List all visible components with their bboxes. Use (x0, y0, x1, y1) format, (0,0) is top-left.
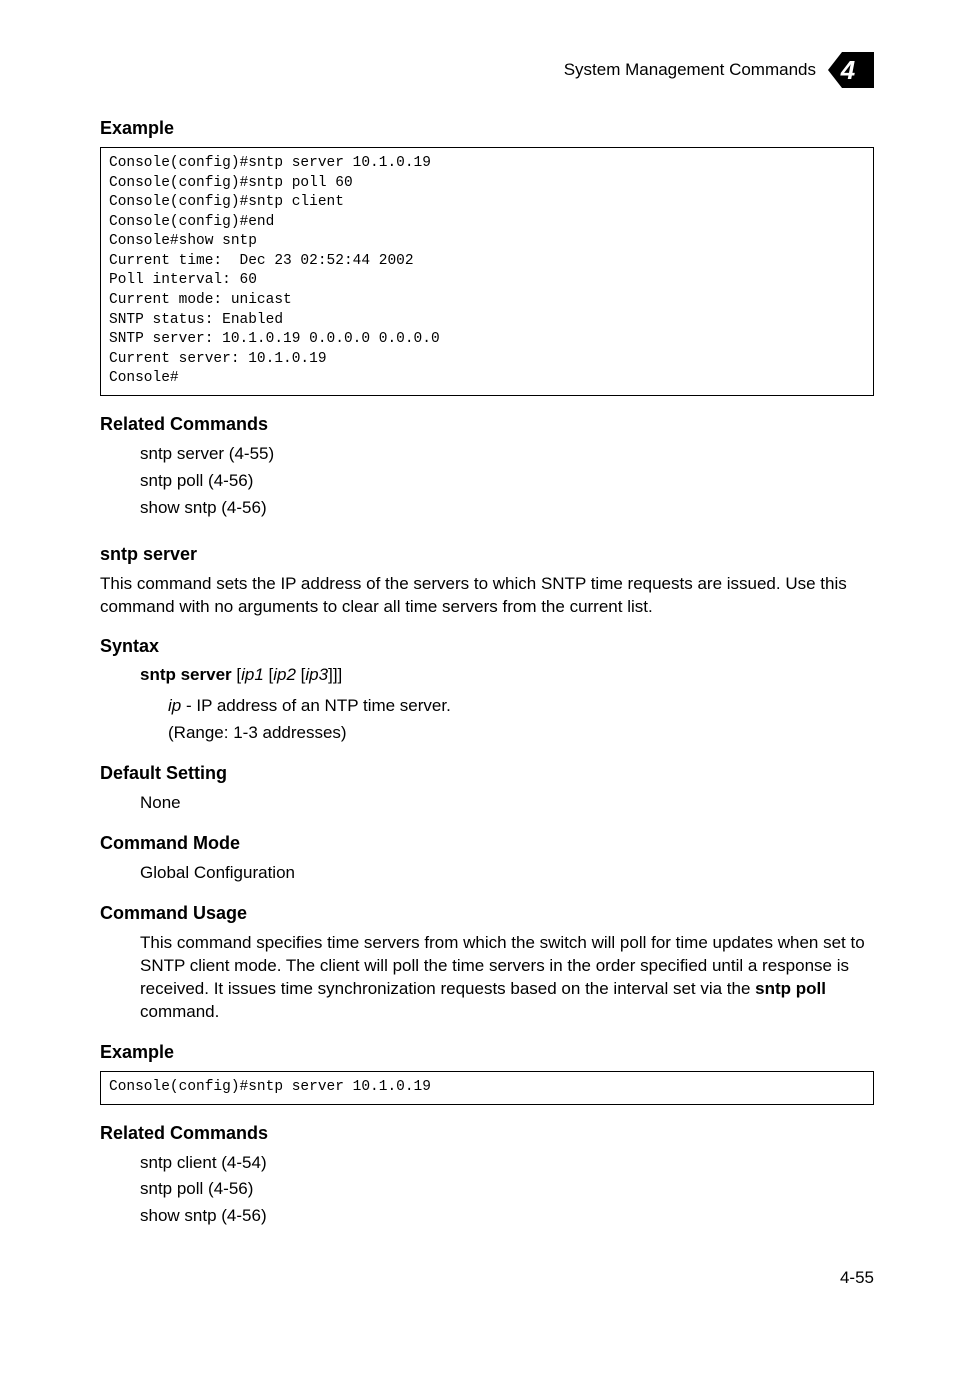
syntax-ip-rest: - IP address of an NTP time server. (181, 696, 451, 715)
related-link-1: sntp server (4-55) (140, 443, 874, 466)
heading-usage: Command Usage (100, 903, 874, 924)
default-value: None (140, 792, 874, 815)
chapter-badge: 4 (828, 50, 874, 90)
related-link-2: sntp poll (4-56) (140, 470, 874, 493)
section-title: System Management Commands (564, 60, 816, 80)
command-title: sntp server (100, 544, 874, 565)
syntax-line: sntp server [ip1 [ip2 [ip3]]] (140, 665, 874, 685)
command-description: This command sets the IP address of the … (100, 573, 874, 619)
heading-example-1: Example (100, 118, 874, 139)
page-number: 4-55 (100, 1268, 874, 1288)
heading-related-1: Related Commands (100, 414, 874, 435)
related2-link-2: sntp poll (4-56) (140, 1178, 874, 1201)
related-link-3: show sntp (4-56) (140, 497, 874, 520)
code-block-1: Console(config)#sntp server 10.1.0.19 Co… (100, 147, 874, 396)
heading-mode: Command Mode (100, 833, 874, 854)
heading-related-2: Related Commands (100, 1123, 874, 1144)
mode-value: Global Configuration (140, 862, 874, 885)
heading-example-2: Example (100, 1042, 874, 1063)
related2-link-1: sntp client (4-54) (140, 1152, 874, 1175)
syntax-range: (Range: 1-3 addresses) (168, 722, 874, 745)
page-root: System Management Commands 4 Example Con… (0, 0, 954, 1338)
chapter-number: 4 (841, 55, 855, 86)
usage-part2: command. (140, 1002, 219, 1021)
syntax-command: sntp server (140, 665, 232, 684)
syntax-args: [ip1 [ip2 [ip3]]] (232, 665, 343, 684)
syntax-ip-word: ip (168, 696, 181, 715)
usage-bold-cmd: sntp poll (755, 979, 826, 998)
syntax-ip-desc: ip - IP address of an NTP time server. (168, 695, 874, 718)
page-header: System Management Commands 4 (100, 50, 874, 90)
heading-syntax: Syntax (100, 636, 874, 657)
usage-text: This command specifies time servers from… (140, 932, 874, 1024)
related2-link-3: show sntp (4-56) (140, 1205, 874, 1228)
code-block-2: Console(config)#sntp server 10.1.0.19 (100, 1071, 874, 1105)
heading-default: Default Setting (100, 763, 874, 784)
